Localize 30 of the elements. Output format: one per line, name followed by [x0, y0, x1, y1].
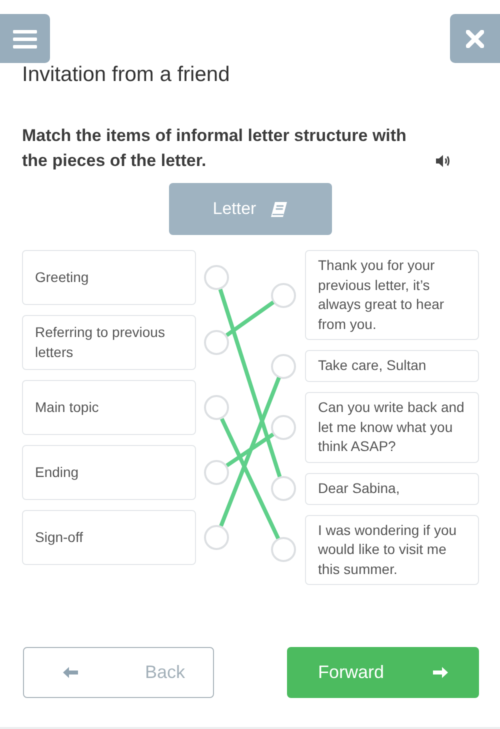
- connector-dot[interactable]: [204, 525, 229, 550]
- letter-piece[interactable]: Take care, Sultan: [305, 350, 479, 382]
- book-icon: [270, 200, 288, 218]
- structure-item[interactable]: Referring to previous letters: [22, 315, 196, 370]
- structure-item[interactable]: Sign-off: [22, 510, 196, 565]
- connector-dot[interactable]: [271, 354, 296, 378]
- menu-button[interactable]: [0, 14, 50, 63]
- letter-piece[interactable]: I was wondering if you would like to visit me this summer.: [305, 514, 479, 585]
- connector-dot[interactable]: [271, 414, 296, 440]
- connector-dot[interactable]: [271, 476, 296, 501]
- letter-piece[interactable]: Can you write back and let me know what you think ASAP?: [305, 392, 479, 462]
- menu-icon: [13, 28, 37, 48]
- arrow-left-icon: [62, 666, 79, 679]
- connector-dot[interactable]: [271, 537, 296, 562]
- speaker-icon[interactable]: [435, 154, 452, 168]
- connector-dot[interactable]: [204, 330, 229, 355]
- arrow-right-icon: [432, 666, 450, 679]
- connector-dot[interactable]: [204, 265, 229, 290]
- instruction-text: Match the items of informal letter structure with the pieces of the letter.: [22, 125, 408, 172]
- close-icon: [466, 30, 484, 48]
- letter-piece[interactable]: Dear Sabina,: [305, 472, 479, 504]
- structure-item[interactable]: Main topic: [22, 380, 196, 435]
- letter-piece[interactable]: Thank you for your previous letter, it’s always great to hear from you.: [305, 250, 479, 340]
- connector-dot[interactable]: [271, 282, 296, 308]
- structure-item[interactable]: Greeting: [22, 250, 196, 305]
- connector-dot[interactable]: [204, 395, 229, 420]
- close-button[interactable]: [450, 14, 500, 63]
- structure-item[interactable]: Ending: [22, 445, 196, 500]
- page-title: Invitation from a friend: [21, 63, 231, 87]
- connector-dot[interactable]: [204, 460, 229, 485]
